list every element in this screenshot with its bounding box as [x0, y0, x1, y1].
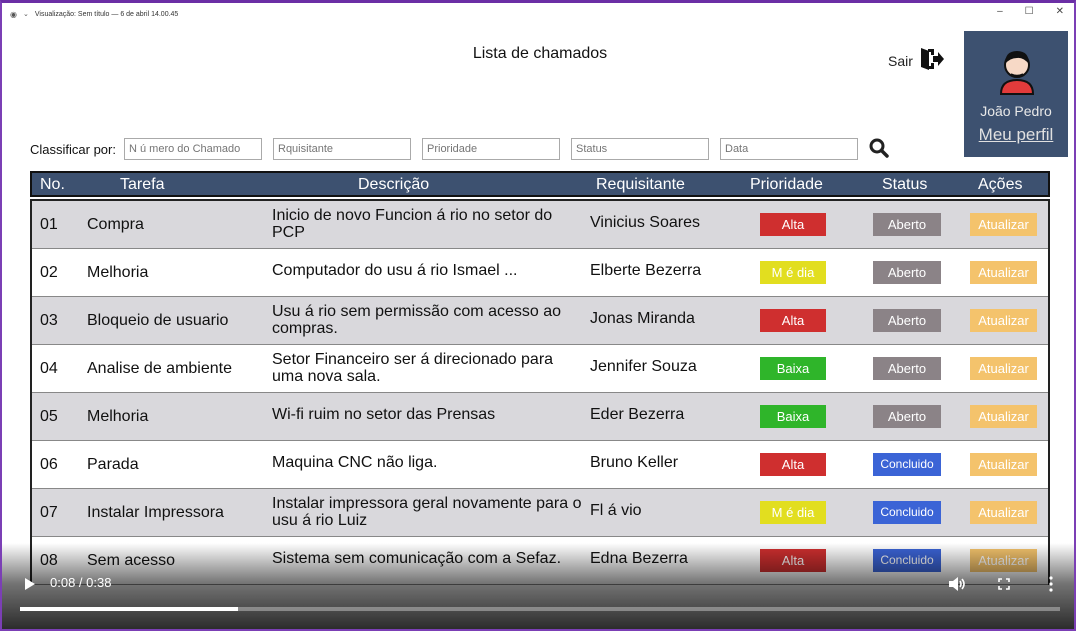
table-row: 03 Bloqueio de usuario Usu á rio sem permi… — [32, 297, 1048, 345]
col-priority: Prioridade — [750, 176, 823, 193]
status-badge: Aberto — [873, 213, 941, 236]
col-status: Status — [882, 176, 928, 193]
table-row: 05 Melhoria Wi-fi ruim no setor das Prensa… — [32, 393, 1048, 441]
minimize-button[interactable]: – — [997, 6, 1003, 17]
col-requester: Requisitante — [596, 176, 685, 193]
table-row: 02 Melhoria Computador do usu á rio Ismael… — [32, 249, 1048, 297]
logout-label: Sair — [888, 52, 913, 69]
status-badge: Aberto — [873, 309, 941, 332]
ticket-number: 04 — [40, 360, 58, 377]
chevron-down-icon[interactable]: ⌄ — [23, 10, 29, 18]
table-row: 01 Compra Inicio de novo Funcion á rio no … — [32, 201, 1048, 249]
priority-badge: Alta — [760, 213, 826, 236]
ticket-requester: Vinicius Soares — [590, 214, 700, 231]
profile-link[interactable]: Meu perfil — [964, 125, 1068, 145]
update-button[interactable]: Atualizar — [970, 309, 1037, 332]
ticket-number-filter[interactable] — [124, 138, 262, 160]
logout-icon — [919, 47, 945, 74]
video-progress-bar[interactable] — [20, 607, 1060, 611]
more-options-icon[interactable] — [1048, 576, 1054, 592]
priority-badge: Baixa — [760, 357, 826, 380]
table-header: No. Tarefa Descrição Requisitante Priori… — [30, 171, 1050, 197]
status-badge: Aberto — [873, 261, 941, 284]
ticket-description: Wi-fi ruim no setor das Prensas — [272, 406, 496, 423]
ticket-description: Maquina CNC não liga. — [272, 454, 438, 471]
ticket-task: Instalar Impressora — [87, 504, 224, 521]
date-filter[interactable] — [720, 138, 858, 160]
status-badge: Aberto — [873, 357, 941, 380]
ticket-requester: Eder Bezerra — [590, 406, 685, 423]
ticket-number: 06 — [40, 456, 58, 473]
col-description: Descrição — [358, 176, 430, 193]
table-body: 01 Compra Inicio de novo Funcion á rio no … — [30, 199, 1050, 585]
priority-badge: M é dia — [760, 261, 826, 284]
table-row: 04 Analise de ambiente Setor Financeiro se… — [32, 345, 1048, 393]
avatar — [999, 51, 1035, 95]
ticket-requester: Jennifer Souza — [590, 358, 697, 375]
update-button[interactable]: Atualizar — [970, 213, 1037, 236]
search-icon[interactable] — [868, 137, 890, 159]
play-icon[interactable] — [24, 577, 36, 591]
video-progress-fill — [20, 607, 239, 611]
profile-card: João Pedro Meu perfil — [964, 31, 1068, 157]
ticket-task: Melhoria — [87, 264, 149, 281]
ticket-description: Usu á rio sem permissão com acesso ao co… — [272, 303, 561, 337]
sort-label: Classificar por: — [30, 142, 116, 157]
status-badge: Concluido — [873, 501, 941, 524]
video-time: 0:08 / 0:38 — [50, 575, 112, 590]
ticket-requester: Jonas Miranda — [590, 310, 695, 327]
update-button[interactable]: Atualizar — [970, 405, 1037, 428]
ticket-number: 05 — [40, 408, 58, 425]
table-row: 06 Parada Maquina CNC não liga. Bruno Kelle… — [32, 441, 1048, 489]
status-badge: Aberto — [873, 405, 941, 428]
filter-bar: Classificar por: — [30, 137, 930, 163]
update-button[interactable]: Atualizar — [970, 357, 1037, 380]
profile-name: João Pedro — [980, 103, 1052, 119]
requester-filter[interactable] — [273, 138, 411, 160]
ticket-description: Instalar impressora geral novamente para… — [272, 495, 582, 529]
col-no: No. — [40, 176, 65, 193]
ticket-description: Setor Financeiro ser á direcionado para … — [272, 351, 554, 385]
col-actions: Ações — [978, 176, 1023, 193]
ticket-description: Computador do usu á rio Ismael ... — [272, 262, 518, 279]
status-filter[interactable] — [571, 138, 709, 160]
ticket-requester: Elberte Bezerra — [590, 262, 702, 279]
priority-badge: M é dia — [760, 501, 826, 524]
priority-filter[interactable] — [422, 138, 560, 160]
update-button[interactable]: Atualizar — [970, 261, 1037, 284]
col-task: Tarefa — [120, 176, 165, 193]
window-title: Visualização: Sem título — 6 de abril 14… — [34, 10, 179, 18]
close-button[interactable]: ✕ — [1056, 6, 1064, 17]
ticket-number: 02 — [40, 264, 58, 281]
table-row: 07 Instalar Impressora Instalar impressora… — [32, 489, 1048, 537]
priority-badge: Baixa — [760, 405, 826, 428]
fullscreen-icon[interactable] — [998, 578, 1010, 590]
title-bar: ◉ ⌄ Visualização: Sem título — 6 de abri… — [2, 3, 1074, 25]
logout-button[interactable]: Sair — [888, 47, 945, 74]
maximize-button[interactable]: ☐ — [1025, 6, 1034, 17]
status-badge: Concluido — [873, 453, 941, 476]
update-button[interactable]: Atualizar — [970, 453, 1037, 476]
app-icon: ◉ — [10, 9, 17, 19]
ticket-number: 01 — [40, 216, 58, 233]
priority-badge: Alta — [760, 453, 826, 476]
volume-icon[interactable] — [948, 577, 966, 591]
ticket-task: Melhoria — [87, 408, 149, 425]
ticket-task: Parada — [87, 456, 139, 473]
update-button[interactable]: Atualizar — [970, 501, 1037, 524]
ticket-task: Compra — [87, 216, 144, 233]
ticket-task: Analise de ambiente — [87, 360, 232, 377]
ticket-requester: Fl á vio — [590, 502, 642, 519]
ticket-number: 03 — [40, 312, 58, 329]
priority-badge: Alta — [760, 309, 826, 332]
app-window: ◉ ⌄ Visualização: Sem título — 6 de abri… — [0, 0, 1076, 631]
ticket-requester: Bruno Keller — [590, 454, 679, 471]
ticket-task: Bloqueio de usuario — [87, 312, 229, 329]
ticket-number: 07 — [40, 504, 58, 521]
ticket-description: Inicio de novo Funcion á rio no setor do… — [272, 207, 553, 241]
video-controls: 0:08 / 0:38 — [2, 543, 1074, 629]
